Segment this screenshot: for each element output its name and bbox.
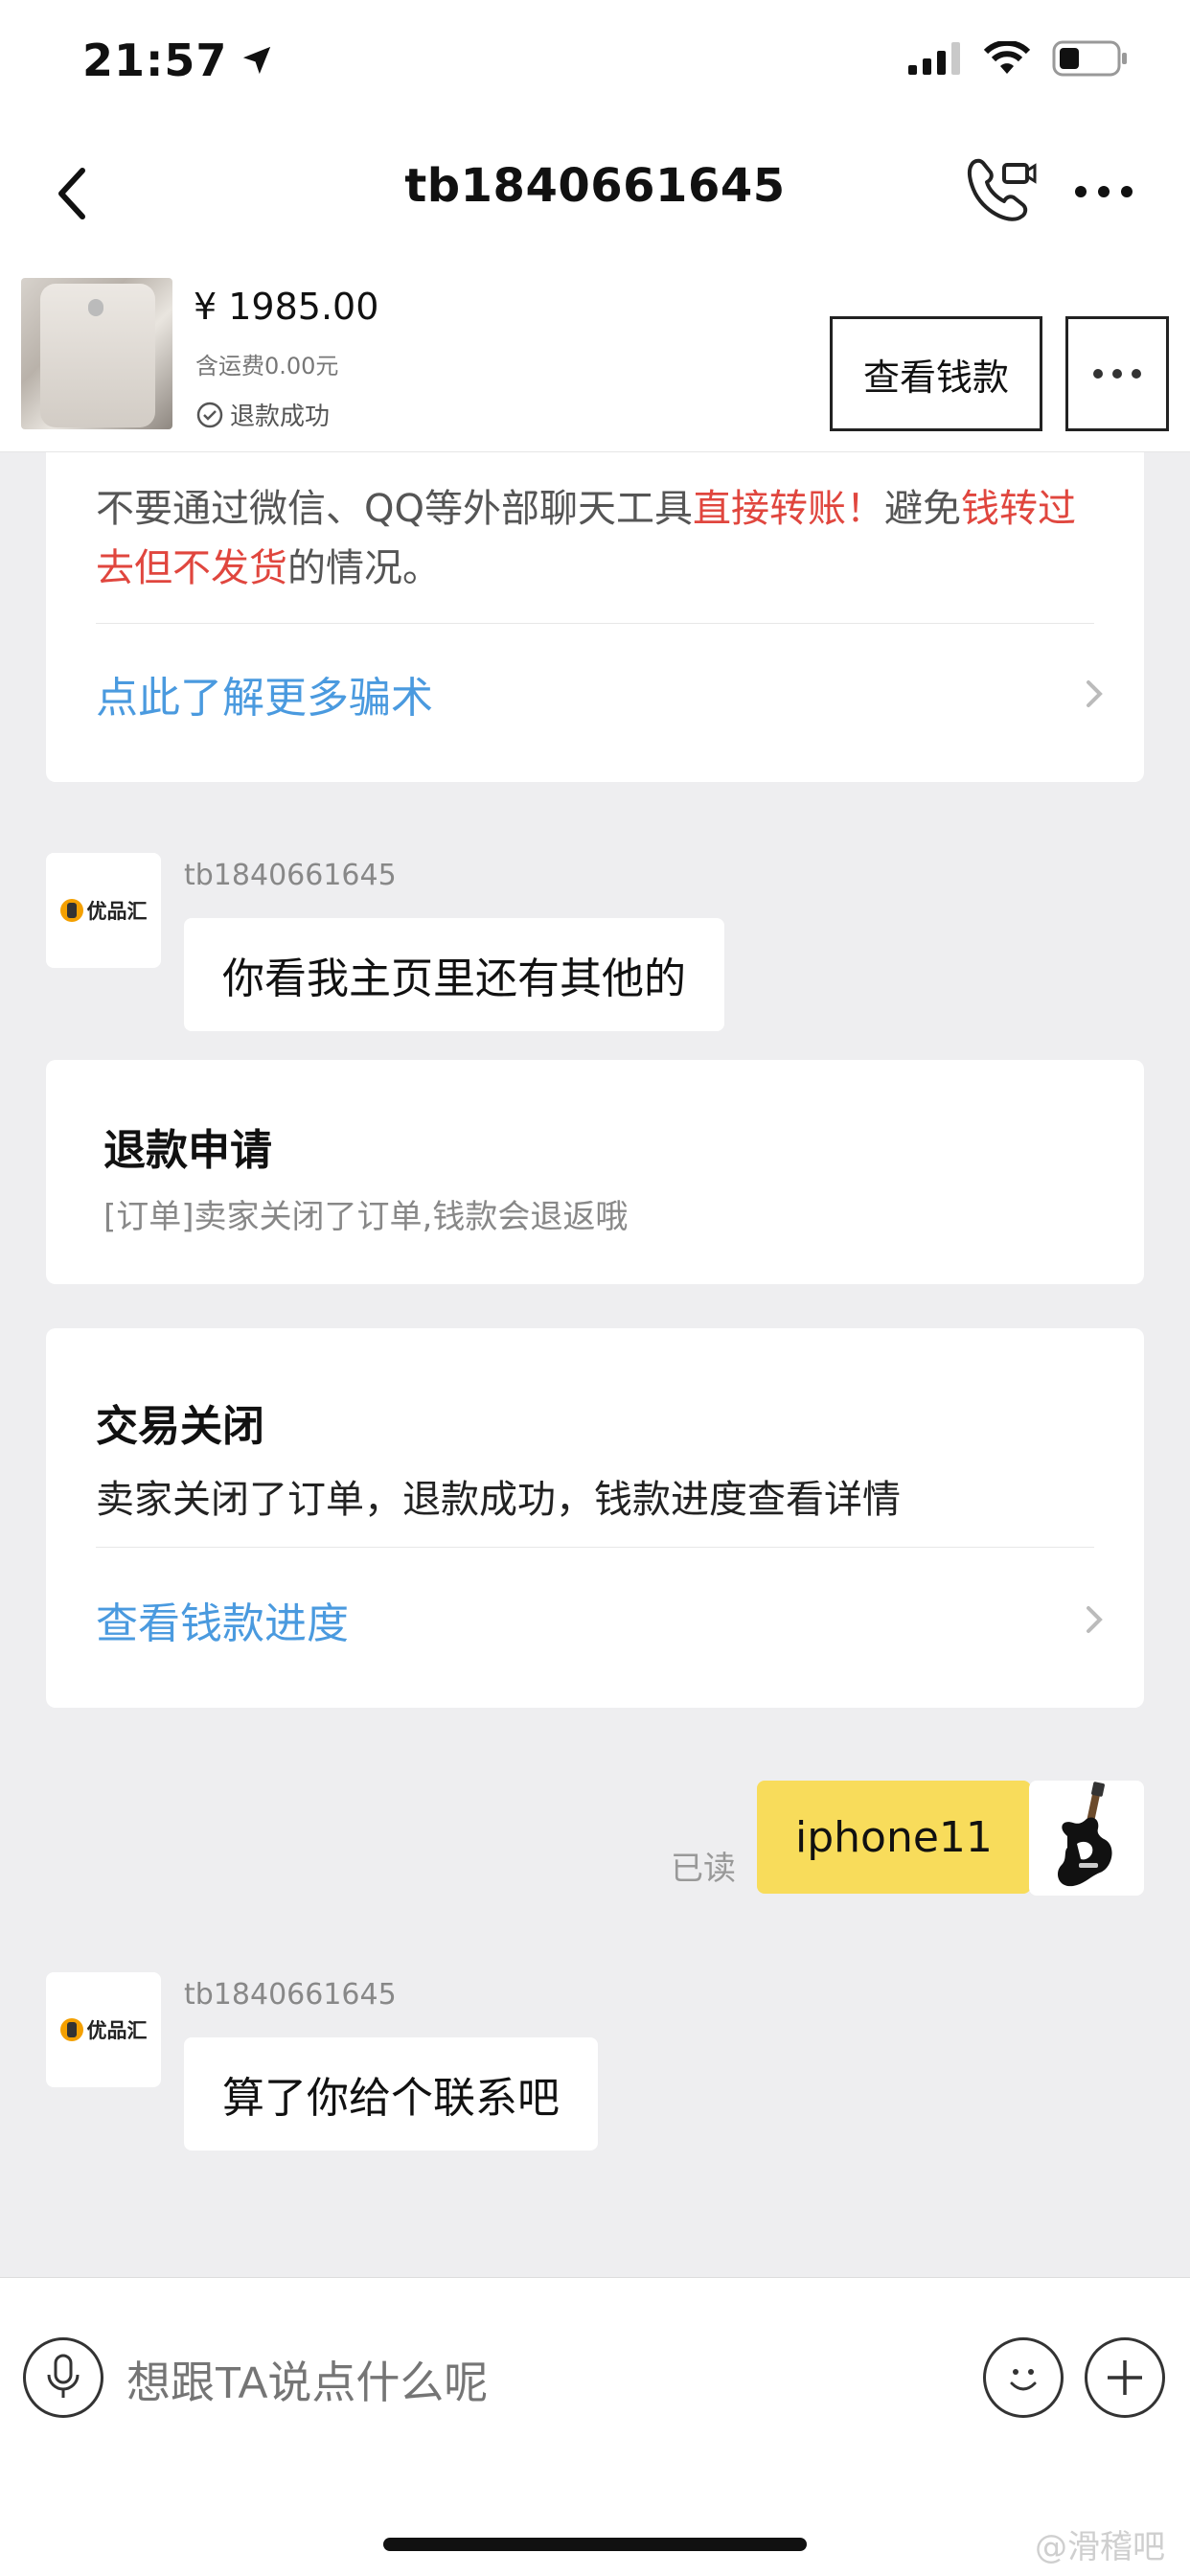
voice-button[interactable] (23, 2337, 103, 2418)
message-bubble[interactable]: 你看我主页里还有其他的 (184, 918, 724, 1031)
wifi-icon (983, 41, 1031, 74)
read-receipt: 已读 (671, 1850, 736, 1888)
refund-title: 退款申请 (103, 1126, 272, 1175)
shipping-fee: 含运费0.00元 (195, 353, 339, 380)
learn-scams-link[interactable]: 点此了解更多骗术 (96, 663, 1106, 724)
warning-text-part: 不要通过微信、QQ等外部聊天工具 (96, 487, 693, 531)
status-bar: 21:57 (0, 0, 1190, 125)
nav-bar: tb1840661645 (0, 125, 1190, 268)
warning-text-part: 的情况。 (287, 546, 441, 590)
brand-mark-icon (59, 899, 83, 922)
learn-scams-label: 点此了解更多骗术 (96, 674, 433, 723)
message-bubble[interactable]: 算了你给个联系吧 (184, 2037, 598, 2150)
warning-text-part: 避免 (883, 487, 961, 531)
phone-video-icon[interactable] (962, 151, 1039, 228)
chevron-right-icon (1087, 1606, 1103, 1633)
more-icon[interactable] (1069, 172, 1138, 211)
avatar[interactable]: 优品汇 (46, 853, 161, 968)
location-arrow-icon (243, 46, 271, 75)
closed-title: 交易关闭 (96, 1402, 264, 1451)
watermark: @滑稽吧 (1035, 2520, 1165, 2567)
view-money-button[interactable]: 查看钱款 (830, 316, 1042, 431)
more-icon (1093, 369, 1141, 379)
warning-highlight: 直接转账！ (692, 487, 884, 531)
status-indicators (908, 40, 1129, 77)
my-message-bubble[interactable]: iphone11 (757, 1781, 1031, 1894)
status-time-text: 21:57 (82, 34, 228, 86)
brand-name: 优品汇 (86, 900, 148, 923)
divider (96, 623, 1094, 624)
sender-name: tb1840661645 (184, 1978, 397, 2012)
product-price: ¥ 1985.00 (194, 286, 379, 328)
chevron-right-icon (1087, 680, 1103, 707)
my-avatar[interactable] (1029, 1781, 1144, 1896)
watermark-text: @滑稽吧 (1035, 2528, 1165, 2566)
refund-status-text: 退款成功 (230, 402, 331, 431)
trade-closed-card: 交易关闭 卖家关闭了订单，退款成功，钱款进度查看详情 查看钱款进度 (46, 1328, 1144, 1708)
refund-request-card[interactable]: 退款申请 [订单]卖家关闭了订单,钱款会退返哦 (46, 1060, 1144, 1284)
warning-text: 不要通过微信、QQ等外部聊天工具直接转账！避免钱转过去但不发货的情况。 (96, 479, 1102, 598)
sender-name: tb1840661645 (184, 859, 397, 892)
divider (96, 1547, 1094, 1548)
view-money-progress-link[interactable]: 查看钱款进度 (96, 1589, 1106, 1650)
product-thumbnail[interactable] (21, 278, 172, 429)
view-money-progress-label: 查看钱款进度 (96, 1599, 349, 1648)
plus-icon (1108, 2360, 1142, 2395)
brand-mark-icon (59, 2018, 83, 2041)
product-more-button[interactable] (1065, 316, 1169, 431)
bottom-safe-area (0, 2478, 1190, 2576)
add-button[interactable] (1085, 2337, 1165, 2418)
brand-logo: 优品汇 (59, 2015, 148, 2044)
brand-logo: 优品汇 (59, 896, 148, 925)
avatar[interactable]: 优品汇 (46, 1972, 161, 2087)
home-indicator[interactable] (383, 2538, 807, 2551)
refund-desc: [订单]卖家关闭了订单,钱款会退返哦 (103, 1198, 629, 1236)
status-time: 21:57 (82, 34, 273, 86)
emoji-button[interactable] (983, 2337, 1064, 2418)
refund-status: 退款成功 (195, 397, 330, 432)
apple-logo-icon (88, 299, 103, 316)
product-strip: ¥ 1985.00 含运费0.00元 退款成功 查看钱款 (0, 268, 1190, 452)
message-input[interactable] (126, 2357, 950, 2408)
check-circle-icon (196, 402, 223, 427)
signal-icon (908, 42, 960, 75)
scam-warning-card: 不要通过微信、QQ等外部聊天工具直接转账！避免钱转过去但不发货的情况。 点此了解… (46, 412, 1144, 782)
battery-icon (1052, 40, 1127, 77)
guitar-icon (1058, 1782, 1112, 1887)
microphone-icon (47, 2354, 80, 2398)
input-bar (0, 2277, 1190, 2478)
smiley-icon (1010, 2369, 1037, 2391)
closed-desc: 卖家关闭了订单，退款成功，钱款进度查看详情 (96, 1478, 901, 1522)
brand-name: 优品汇 (86, 2019, 148, 2042)
